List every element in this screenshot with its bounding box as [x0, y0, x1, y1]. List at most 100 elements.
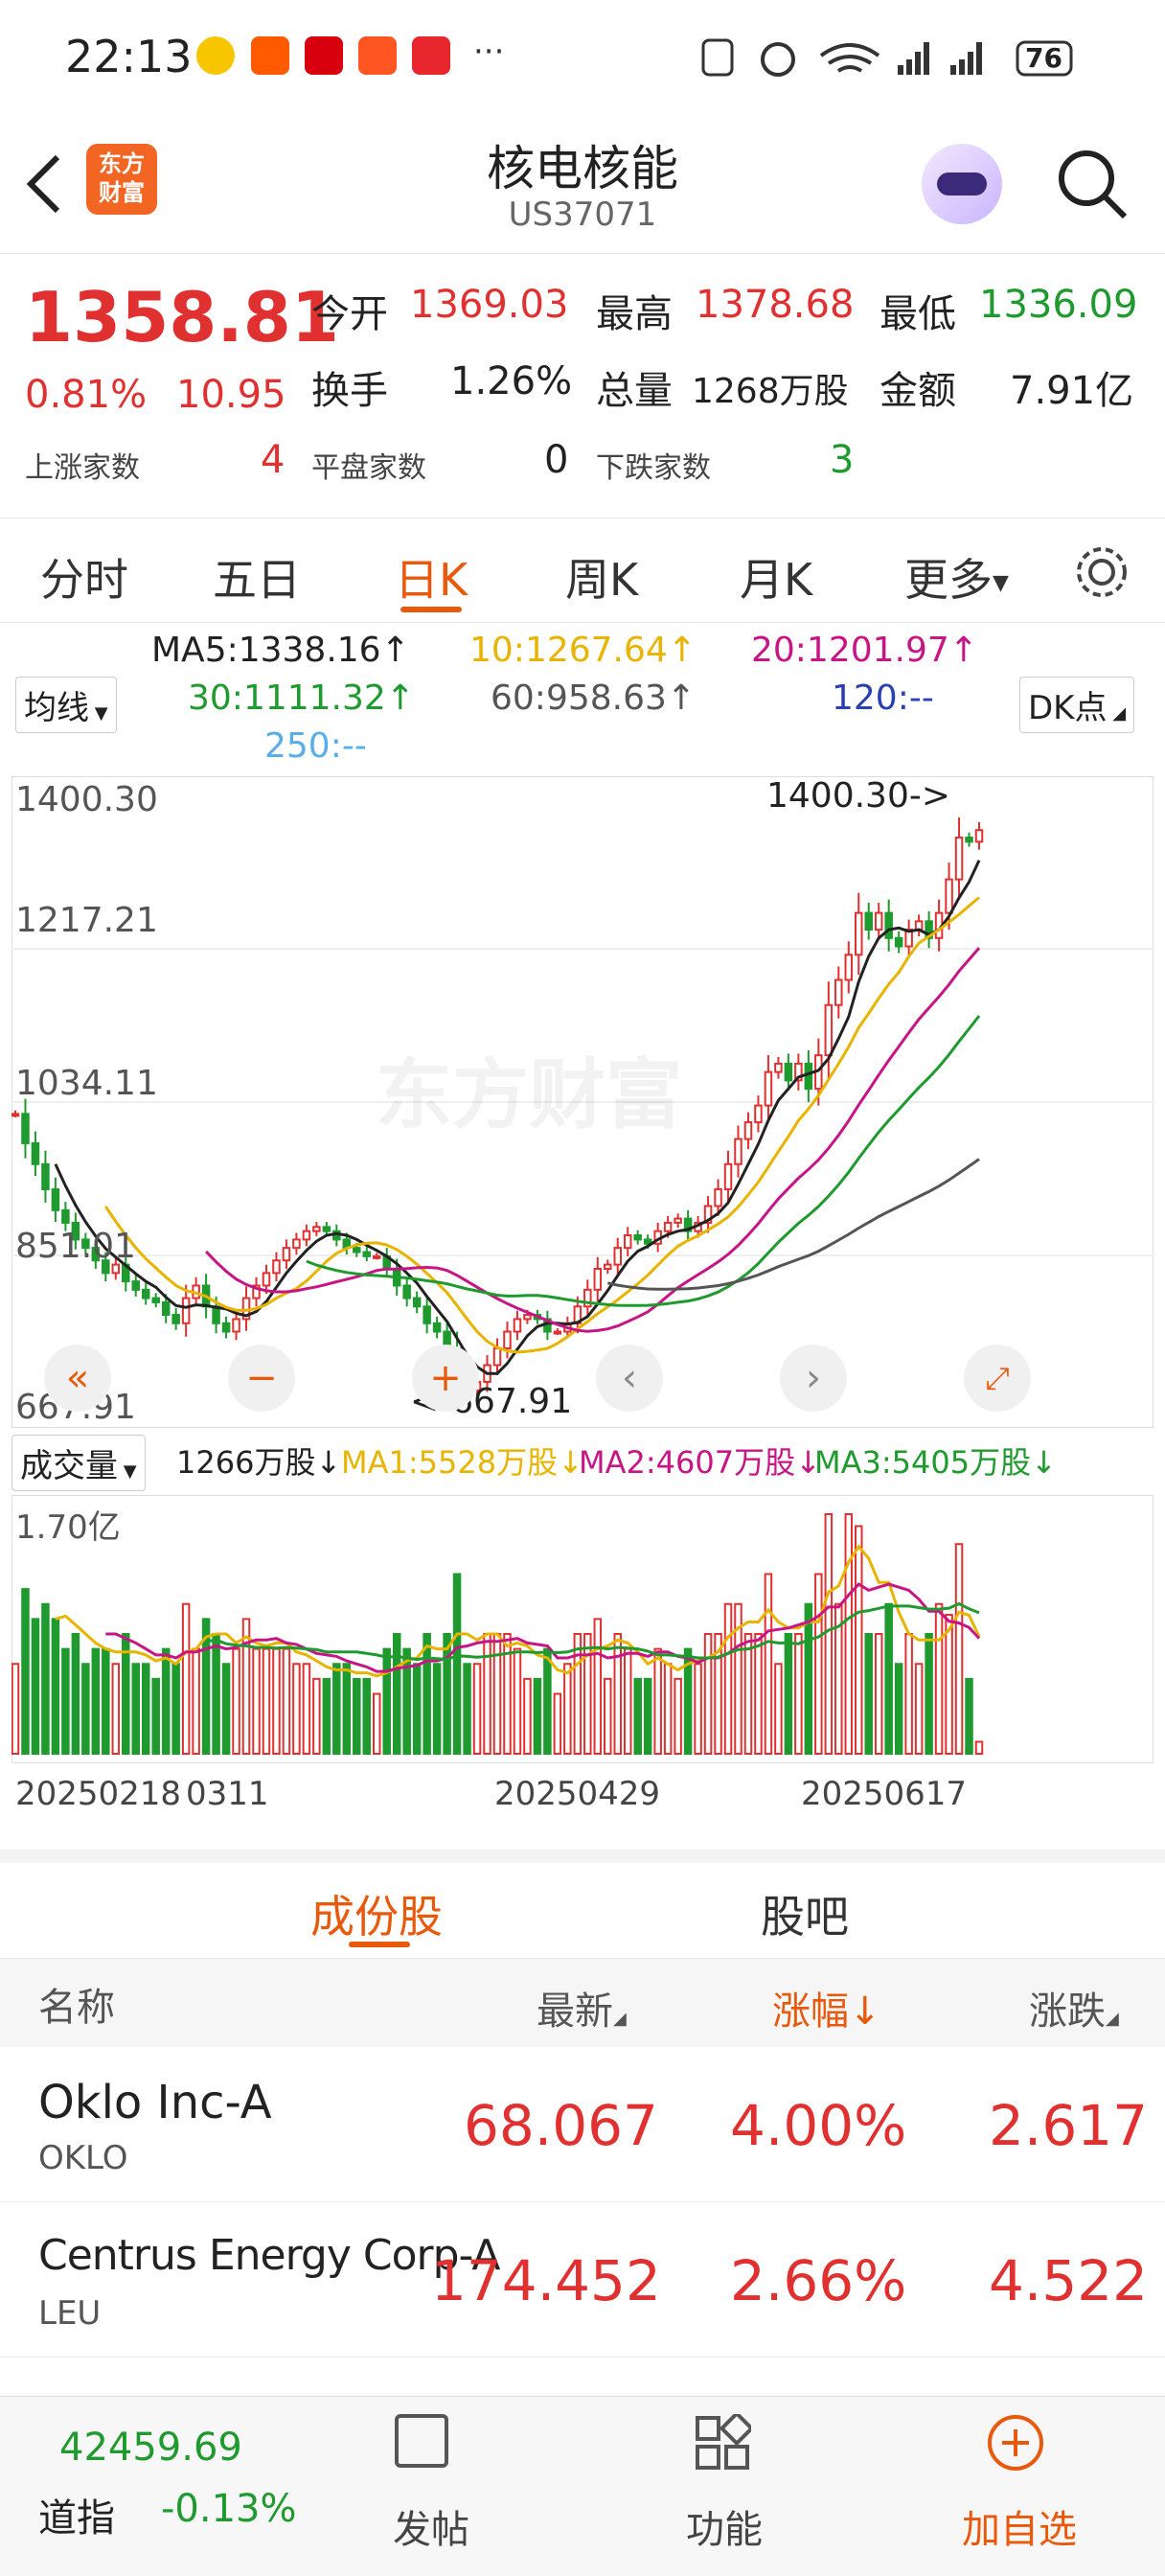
dk-label: DK点 — [1028, 689, 1108, 727]
candle-body — [503, 1330, 512, 1350]
col-change[interactable]: 涨跌◢ — [1029, 1980, 1119, 2036]
wifi-icon — [819, 43, 880, 73]
period-tabs: 分时 五日 日K 周K 月K 更多▼ — [0, 518, 1165, 623]
scroll-right-button[interactable]: › — [780, 1345, 847, 1412]
volume-bar — [252, 1647, 261, 1755]
volume-bar — [623, 1647, 632, 1755]
volume-bar — [844, 1513, 854, 1755]
kline-chart[interactable]: 1400.30 1217.21 1034.11 851.01 667.91 东方… — [11, 775, 1154, 1429]
tab-monthly-k[interactable]: 月K — [740, 545, 812, 609]
double-chevron-left-icon: « — [65, 1356, 90, 1400]
tab-more[interactable]: 更多▼ — [904, 545, 1009, 609]
xuexi-icon — [305, 36, 343, 75]
nav-post[interactable]: 发帖 — [393, 2498, 469, 2554]
volume-bar — [513, 1647, 522, 1755]
candle-body — [633, 1234, 642, 1241]
volume-bar — [492, 1633, 502, 1755]
tab-guba[interactable]: 股吧 — [761, 1882, 849, 1945]
candle-body — [432, 1322, 442, 1333]
nav-functions[interactable]: 功能 — [686, 2498, 763, 2554]
sort-icon: ◢ — [1106, 2009, 1119, 2029]
search-icon[interactable] — [1054, 146, 1131, 222]
volume-bar — [292, 1663, 301, 1755]
volume-bar — [674, 1677, 682, 1755]
zoom-in-button[interactable]: + — [412, 1345, 479, 1412]
volume-selector[interactable]: 成交量 ▼ — [11, 1435, 146, 1491]
compose-icon[interactable] — [395, 2414, 448, 2468]
volume-bar — [342, 1663, 352, 1755]
candle-body — [262, 1272, 271, 1287]
dow-index-name[interactable]: 道指 — [38, 2487, 115, 2542]
scroll-left-button[interactable]: ‹ — [596, 1345, 663, 1412]
subtab-indicator — [349, 1942, 410, 1947]
stock-name: Oklo Inc-A — [38, 2076, 272, 2129]
col-change-label: 涨跌 — [1029, 1990, 1106, 2034]
add-watchlist-icon[interactable] — [985, 2412, 1046, 2473]
candle-body — [513, 1318, 522, 1333]
signal-icon — [898, 42, 929, 75]
dow-index-value[interactable]: 42459.69 — [59, 2426, 242, 2470]
volume-bar — [161, 1647, 171, 1755]
tab-daily-k[interactable]: 日K — [395, 545, 468, 609]
volume-label: 总量 — [596, 369, 673, 413]
col-change-pct[interactable]: 涨幅↓ — [772, 1980, 881, 2036]
volume-bar — [373, 1692, 381, 1755]
ma20-value: 20:1201.97↑ — [751, 631, 978, 670]
volume-bar — [443, 1633, 451, 1755]
volume-ma3: MA3:5405万股↓ — [814, 1444, 1057, 1481]
candle-body — [11, 1113, 20, 1117]
volume-bar — [322, 1677, 331, 1755]
tab-constituents[interactable]: 成份股 — [310, 1882, 443, 1945]
volume-bar — [553, 1692, 562, 1755]
dow-index-change[interactable]: -0.13% — [161, 2487, 297, 2531]
table-row[interactable]: Centrus Energy Corp-A LEU 174.452 2.66% … — [0, 2202, 1165, 2358]
tab-more-label: 更多 — [904, 554, 993, 606]
candle-body — [674, 1217, 682, 1224]
volume-bar — [965, 1677, 973, 1755]
table-row[interactable]: Oklo Inc-A OKLO 68.067 4.00% 2.617 — [0, 2047, 1165, 2202]
dk-point-button[interactable]: DK点 ◢ — [1019, 677, 1135, 733]
rewind-button[interactable]: « — [44, 1345, 111, 1412]
settings-gear-icon[interactable] — [1073, 543, 1131, 601]
candle-body — [945, 878, 953, 914]
flat-count: 0 — [544, 438, 569, 482]
section-divider — [0, 1850, 1165, 1863]
high-value: 1378.68 — [696, 283, 855, 327]
corner-icon: ◢ — [1107, 703, 1127, 724]
nav-add-watchlist[interactable]: 加自选 — [962, 2498, 1077, 2554]
stock-change-pct: 2.66% — [730, 2248, 907, 2313]
volume-ma2: MA2:4607万股↓ — [579, 1444, 821, 1481]
ma-selector[interactable]: 均线 ▼ — [15, 677, 117, 733]
stock-change: 2.617 — [989, 2093, 1149, 2158]
volume-bar — [784, 1633, 793, 1755]
volume-bar — [914, 1663, 924, 1755]
fullscreen-button[interactable]: ⤢ — [964, 1345, 1031, 1412]
volume-chart[interactable]: 1.70亿 — [11, 1494, 1154, 1764]
caret-down-icon: ▼ — [118, 1461, 137, 1482]
tab-intraday[interactable]: 分时 — [40, 545, 128, 609]
robot-assistant-icon[interactable] — [922, 144, 1002, 224]
chevron-left-icon: ‹ — [622, 1356, 637, 1400]
low-value: 1336.09 — [979, 283, 1138, 327]
app-notify-icon-2 — [412, 36, 450, 75]
candle-body — [41, 1162, 50, 1190]
y-label-3: 1034.11 — [15, 1064, 158, 1103]
grid-function-icon[interactable] — [694, 2414, 751, 2472]
volume-bar — [362, 1677, 372, 1755]
candle-body — [864, 911, 873, 932]
zoom-out-button[interactable]: − — [228, 1345, 295, 1412]
volume-bar — [874, 1633, 883, 1755]
volume-bar — [402, 1647, 411, 1755]
candle-body — [874, 911, 883, 932]
volume-bar — [663, 1663, 673, 1755]
tab-five-day[interactable]: 五日 — [213, 545, 301, 609]
candle-body — [743, 1121, 753, 1140]
volume-bar — [221, 1663, 231, 1755]
candle-body — [373, 1254, 381, 1259]
col-latest[interactable]: 最新◢ — [537, 1980, 627, 2036]
high-label: 最高 — [596, 292, 673, 336]
ma-selector-label: 均线 — [24, 689, 89, 727]
volume-legend: 成交量 ▼ 1266万股↓ MA1:5528万股↓ MA2:4607万股↓ MA… — [0, 1433, 1165, 1491]
turnover-label: 换手 — [311, 369, 388, 413]
tab-weekly-k[interactable]: 周K — [565, 545, 638, 609]
